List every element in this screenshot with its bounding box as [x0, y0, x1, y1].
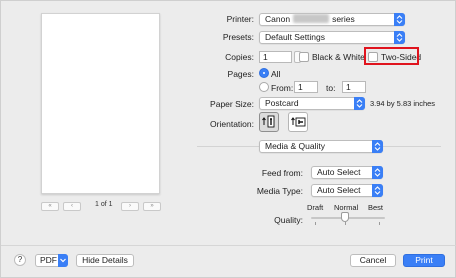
landscape-orientation-button[interactable]: [288, 112, 308, 132]
media-type-value: Auto Select: [317, 185, 361, 195]
presets-value: Default Settings: [265, 32, 326, 42]
quality-tick-best: [379, 222, 380, 225]
copies-label: Copies:: [225, 52, 254, 62]
printer-label: Printer:: [226, 14, 254, 24]
popup-arrows-icon: [372, 140, 383, 153]
copies-field[interactable]: 1: [259, 51, 292, 63]
chevron-down-icon: [58, 254, 68, 267]
orientation-label: Orientation:: [210, 119, 254, 129]
cancel-button[interactable]: Cancel: [350, 254, 396, 267]
pages-from-field[interactable]: 1: [294, 81, 318, 93]
feed-from-popup[interactable]: Auto Select: [311, 166, 383, 179]
printer-name-prefix: Canon: [265, 14, 291, 24]
popup-arrows-icon: [354, 97, 365, 110]
quality-draft-label: Draft: [307, 203, 324, 212]
page-preview: [41, 13, 160, 194]
printer-name-suffix: series: [332, 14, 355, 24]
quality-normal-label: Normal: [334, 203, 359, 212]
quality-tick-normal: [345, 222, 346, 225]
feed-from-value: Auto Select: [317, 167, 361, 177]
section-popup[interactable]: Media & Quality: [259, 140, 383, 153]
pages-all-label: All: [271, 69, 281, 79]
quality-slider-knob[interactable]: [341, 212, 349, 222]
paper-size-label: Paper Size:: [210, 99, 254, 109]
paper-size-popup[interactable]: Postcard: [259, 97, 365, 110]
print-button[interactable]: Print: [403, 254, 445, 267]
pdf-menu-button[interactable]: PDF: [35, 254, 68, 267]
popup-arrows-icon: [372, 166, 383, 179]
next-page-button[interactable]: ›: [121, 202, 139, 211]
landscape-icon: [291, 117, 306, 127]
section-value: Media & Quality: [265, 141, 325, 151]
page-indicator: 1 of 1: [95, 201, 113, 208]
presets-popup[interactable]: Default Settings: [259, 31, 405, 44]
portrait-orientation-button[interactable]: [259, 112, 279, 132]
media-type-popup[interactable]: Auto Select: [311, 184, 383, 197]
popup-arrows-icon: [394, 31, 405, 44]
popup-arrows-icon: [372, 184, 383, 197]
print-dialog: « ‹ 1 of 1 › » Printer: Canon series Pres…: [0, 0, 456, 278]
pages-to-field[interactable]: 1: [342, 81, 366, 93]
printer-model-redacted: [293, 14, 330, 23]
first-page-button[interactable]: «: [41, 202, 59, 211]
hide-details-button[interactable]: Hide Details: [76, 254, 134, 267]
paper-size-value: Postcard: [265, 98, 299, 108]
portrait-icon: [262, 115, 275, 128]
paper-dimensions: 3.94 by 5.83 inches: [370, 99, 436, 108]
last-page-button[interactable]: »: [143, 202, 161, 211]
quality-best-label: Best: [368, 203, 384, 212]
footer-divider: [1, 245, 456, 246]
two-sided-highlight: [364, 47, 419, 65]
quality-label: Quality:: [274, 215, 303, 225]
quality-tick-draft: [315, 222, 316, 225]
pages-all-radio[interactable]: [259, 68, 269, 78]
printer-popup[interactable]: Canon series: [259, 13, 405, 26]
pages-label: Pages:: [227, 69, 254, 79]
black-white-label: Black & White: [312, 52, 365, 62]
pages-to-label: to:: [326, 83, 336, 93]
pages-from-label: From:: [271, 83, 294, 93]
presets-label: Presets:: [222, 32, 254, 42]
pdf-label: PDF: [40, 255, 57, 265]
popup-arrows-icon: [394, 13, 405, 26]
pages-from-radio[interactable]: [259, 82, 269, 92]
media-type-label: Media Type:: [256, 186, 303, 196]
help-button[interactable]: ?: [14, 254, 26, 266]
previous-page-button[interactable]: ‹: [63, 202, 81, 211]
black-white-checkbox[interactable]: [299, 52, 309, 62]
feed-from-label: Feed from:: [261, 168, 303, 178]
